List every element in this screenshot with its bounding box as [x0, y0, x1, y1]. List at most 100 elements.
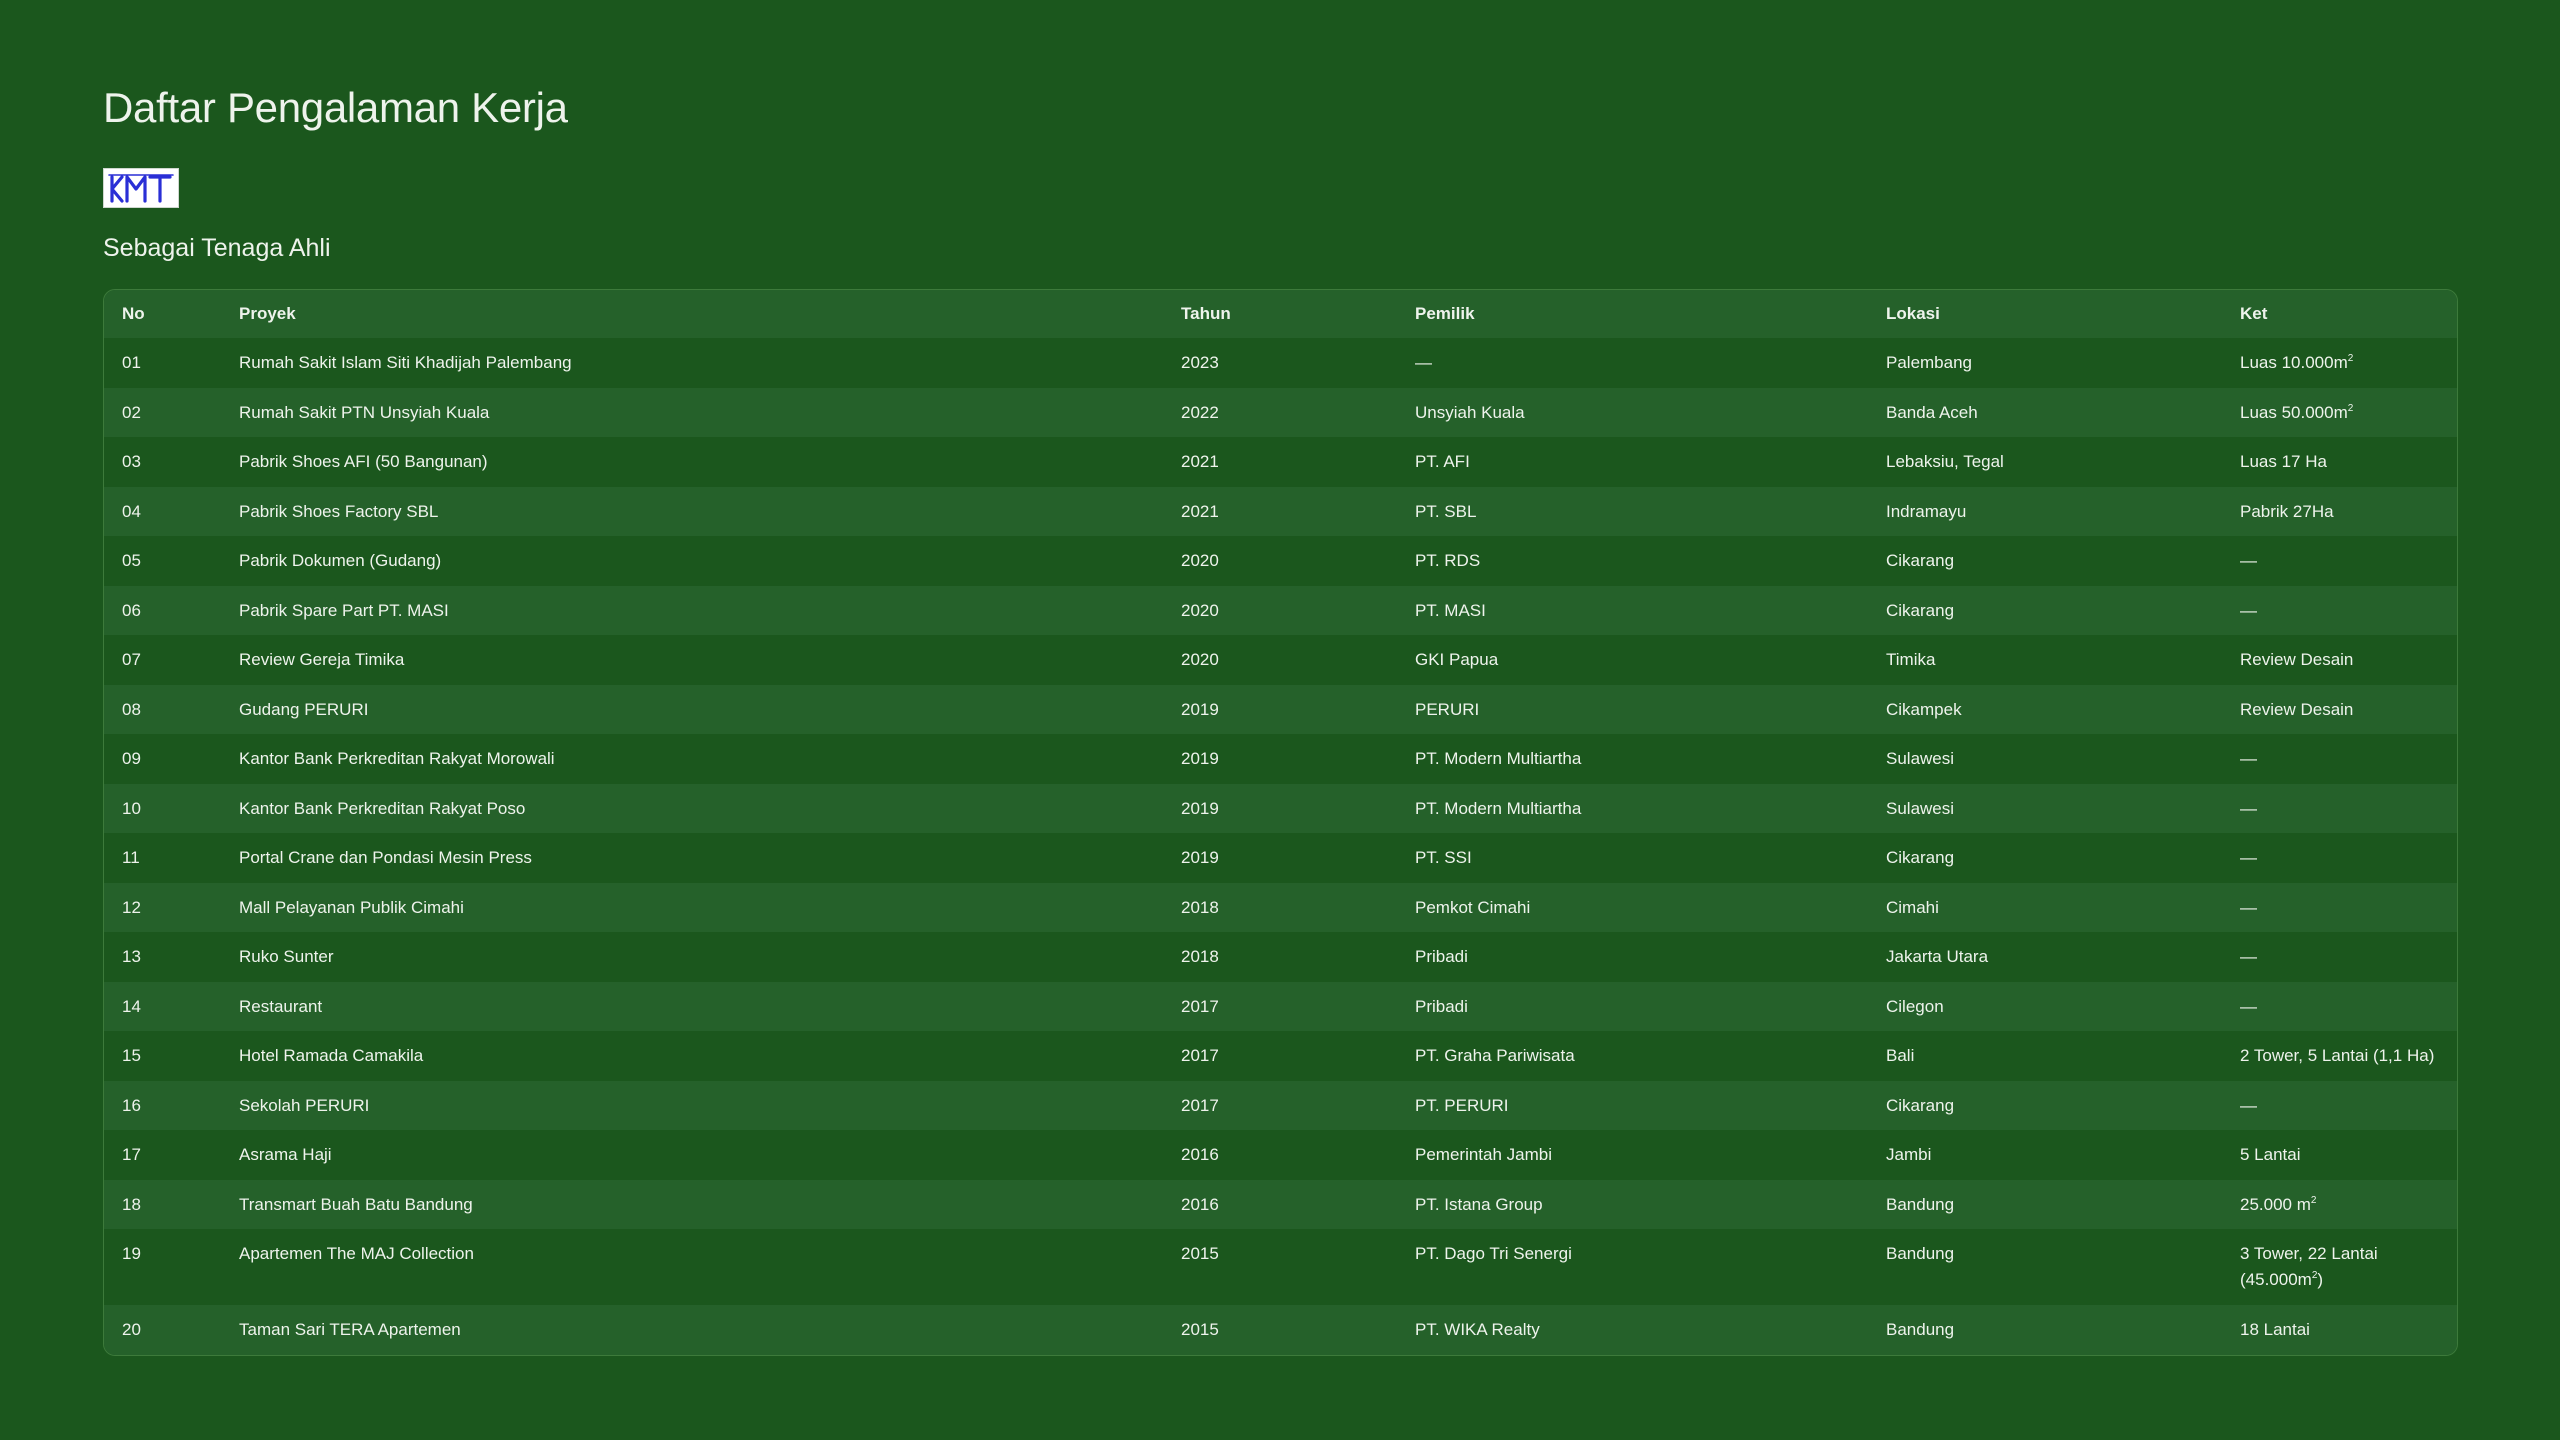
cell-ket-text: —	[2240, 947, 2257, 966]
cell-no: 13	[122, 947, 141, 966]
header-proyek: Proyek	[221, 290, 1163, 338]
cell-proyek: Restaurant	[239, 996, 323, 1016]
cell-tahun: 2019	[1181, 749, 1219, 768]
cell-ket-text: 2 Tower, 5 Lantai (1,1 Ha)	[2240, 1046, 2435, 1065]
table-row: 04 Pabrik Shoes Factory SBL 2021 PT. SBL Ind…	[104, 486, 2457, 536]
cell-pemilik: PT. Graha Pariwisata	[1415, 1046, 1575, 1065]
cell-lokasi: Cikarang	[1886, 1095, 1955, 1115]
cell-ket: —	[2222, 932, 2457, 982]
cell-pemilik: Pemkot Cimahi	[1415, 897, 1531, 917]
table-row: 05 Pabrik Dokumen (Gudang) 2020 PT. RDS Cika…	[104, 536, 2457, 586]
cell-ket-text: Pabrik 27Ha	[2240, 501, 2334, 521]
cell-no: 07	[122, 650, 141, 669]
cell-lokasi: Cikarang	[1886, 848, 1955, 867]
cell-ket: 2 Tower, 5 Lantai (1,1 Ha)	[2222, 1031, 2457, 1081]
cell-pemilik: PT. MASI	[1415, 600, 1486, 620]
cell-proyek: Sekolah PERURI	[239, 1095, 370, 1115]
table-row: 03 Pabrik Shoes AFI (50 Bangunan) 2021 PT. …	[104, 437, 2457, 487]
table-row: 16 Sekolah PERURI 2017 PT. PERURI Cikarang —	[104, 1080, 2457, 1130]
cell-ket: Review Desain	[2222, 635, 2457, 685]
cell-pemilik: Pribadi	[1415, 947, 1468, 966]
cell-no: 20	[122, 1320, 141, 1339]
cell-lokasi: Indramayu	[1886, 501, 1967, 521]
cell-proyek: Asrama Haji	[239, 1145, 332, 1164]
cell-pemilik: PT. Modern Multiartha	[1415, 798, 1582, 818]
cell-no: 12	[122, 897, 141, 917]
cell-tahun: 2018	[1181, 897, 1219, 917]
cell-tahun: 2015	[1181, 1244, 1219, 1263]
table-row: 15 Hotel Ramada Camakila 2017 PT. Graha Par…	[104, 1031, 2457, 1081]
cell-tahun: 2020	[1181, 600, 1219, 620]
section-subtitle: Sebagai Tenaga Ahli	[103, 234, 331, 262]
cell-no: 14	[122, 996, 141, 1016]
cell-ket-text: —	[2240, 897, 2257, 917]
cell-no: 18	[122, 1194, 141, 1214]
cell-proyek: Pabrik Spare Part PT. MASI	[239, 600, 449, 620]
table-row: 06 Pabrik Spare Part PT. MASI 2020 PT. MASI…	[104, 585, 2457, 636]
experience-table-container: No Proyek Tahun Pemilik Lokasi Ket 01 Rum…	[103, 289, 2458, 1356]
cell-tahun: 2020	[1181, 650, 1219, 669]
cell-proyek: Kantor Bank Perkreditan Rakyat Poso	[239, 798, 526, 818]
cell-ket-suffix: )	[2317, 1270, 2324, 1289]
table-row: 17 Asrama Haji 2016 Pemerintah Jambi Jambi 5 …	[104, 1130, 2457, 1180]
header-tahun: Tahun	[1163, 290, 1397, 338]
cell-pemilik: Unsyiah Kuala	[1415, 402, 1525, 422]
cell-ket-text: 18 Lantai	[2240, 1320, 2310, 1339]
cell-no: 03	[122, 452, 141, 471]
cell-lokasi: Cikampek	[1886, 699, 1962, 719]
cell-ket-text: 3 Tower, 22 Lantai (45.000m	[2240, 1244, 2378, 1289]
cell-ket: Luas 10.000m2	[2222, 338, 2457, 388]
cell-ket: —	[2222, 982, 2457, 1032]
cell-ket: —	[2222, 586, 2457, 636]
cell-lokasi: Cimahi	[1886, 897, 1939, 917]
page: Daftar Pengalaman Kerja Sebagai Tenaga A…	[103, 78, 2458, 1356]
table-row: 08 Gudang PERURI 2019 PERURI Cikampek Review …	[104, 684, 2457, 734]
header-lokasi: Lokasi	[1868, 290, 2222, 338]
cell-ket-text: Luas 10.000m	[2240, 353, 2348, 372]
table-header-row: No Proyek Tahun Pemilik Lokasi Ket	[104, 290, 2457, 338]
cell-lokasi: Lebaksiu, Tegal	[1886, 452, 2004, 471]
cell-proyek: Ruko Sunter	[239, 947, 334, 966]
cell-ket: —	[2222, 784, 2457, 834]
cell-ket-text: —	[2240, 1095, 2257, 1115]
cell-ket-text: —	[2240, 551, 2257, 570]
company-logo	[103, 168, 179, 208]
cell-lokasi: Bandung	[1886, 1244, 1955, 1263]
cell-ket-text: Review Desain	[2240, 699, 2354, 719]
cell-tahun: 2017	[1181, 1095, 1219, 1115]
cell-ket-text: Luas 17 Ha	[2240, 452, 2327, 471]
cell-tahun: 2017	[1181, 1046, 1219, 1065]
cell-pemilik: —	[1415, 353, 1432, 372]
header-no: No	[104, 290, 221, 338]
cell-tahun: 2016	[1181, 1145, 1219, 1164]
cell-lokasi: Palembang	[1886, 353, 1973, 372]
cell-ket: 5 Lantai	[2222, 1130, 2457, 1180]
cell-ket: —	[2222, 833, 2457, 883]
cell-proyek: Pabrik Shoes Factory SBL	[239, 501, 439, 521]
cell-proyek: Mall Pelayanan Publik Cimahi	[239, 897, 464, 917]
cell-lokasi: Bali	[1886, 1046, 1915, 1065]
cell-no: 08	[122, 699, 141, 719]
cell-lokasi: Bandung	[1886, 1194, 1955, 1214]
header-ket: Ket	[2222, 290, 2457, 338]
cell-no: 10	[122, 798, 141, 818]
cell-pemilik: PT. RDS	[1415, 551, 1481, 570]
cell-ket-text: 25.000 m	[2240, 1194, 2311, 1214]
cell-tahun: 2016	[1181, 1194, 1219, 1214]
cell-ket-text: —	[2240, 749, 2257, 768]
cell-pemilik: PT. Modern Multiartha	[1415, 749, 1582, 768]
cell-lokasi: Sulawesi	[1886, 798, 1955, 818]
cell-proyek: Rumah Sakit Islam Siti Khadijah Palemban…	[239, 353, 572, 372]
cell-lokasi: Jakarta Utara	[1886, 947, 1989, 966]
cell-lokasi: Timika	[1886, 650, 1936, 669]
cell-pemilik: PT. WIKA Realty	[1415, 1320, 1540, 1339]
cell-ket: —	[2222, 734, 2457, 784]
cell-pemilik: Pemerintah Jambi	[1415, 1145, 1553, 1164]
cell-proyek: Pabrik Dokumen (Gudang)	[239, 551, 442, 570]
cell-ket: 25.000 m2	[2222, 1180, 2457, 1230]
cell-pemilik: Pribadi	[1415, 996, 1468, 1016]
cell-pemilik: PT. SSI	[1415, 848, 1472, 867]
page-title: Daftar Pengalaman Kerja	[103, 84, 568, 131]
cell-proyek: Portal Crane dan Pondasi Mesin Press	[239, 848, 532, 867]
cell-no: 11	[122, 848, 140, 867]
